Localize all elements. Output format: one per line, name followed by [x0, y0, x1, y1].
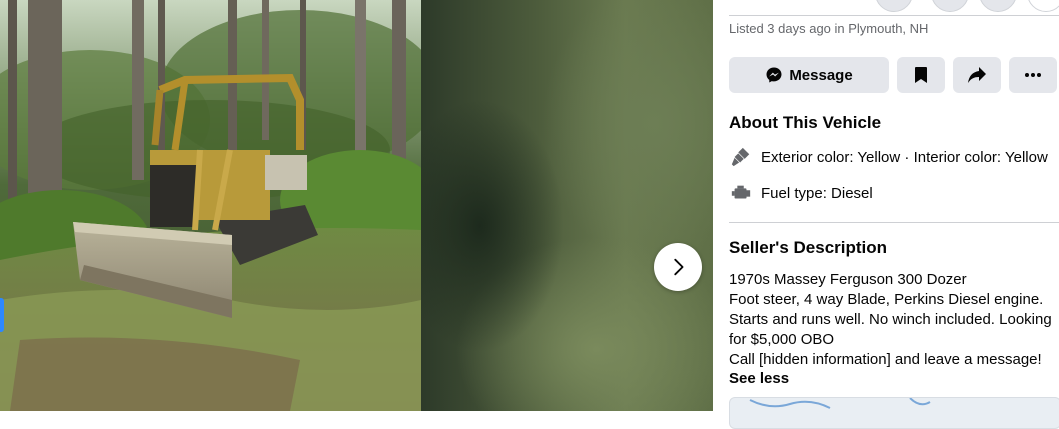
chevron-right-icon — [674, 258, 684, 276]
header-button[interactable] — [1027, 0, 1059, 12]
next-photo-button[interactable] — [654, 243, 702, 291]
location-map[interactable] — [729, 397, 1059, 429]
description-line: Foot steer, 4 way Blade, Perkins Diesel … — [729, 291, 1044, 308]
bookmark-icon — [915, 67, 927, 83]
header-button[interactable] — [979, 0, 1017, 12]
seller-description: 1970s Massey Ferguson 300 Dozer Foot ste… — [729, 270, 1057, 370]
next-photo-preview — [421, 0, 713, 411]
description-line: for $5,000 OBO — [729, 331, 835, 348]
paint-brush-icon — [729, 145, 753, 169]
see-less-link[interactable]: See less — [729, 370, 789, 387]
color-detail-text: Exterior color: Yellow · Interior color:… — [761, 148, 1048, 166]
more-dots-icon — [1025, 73, 1041, 77]
listing-photo — [0, 0, 421, 411]
listing-details-panel: Listed 3 days ago in Plymouth, NH Messag… — [713, 0, 1059, 429]
message-button[interactable]: Message — [729, 57, 889, 93]
color-detail-row: Exterior color: Yellow · Interior color:… — [729, 145, 1048, 169]
description-line: 1970s Massey Ferguson 300 Dozer — [729, 271, 967, 288]
prev-indicator — [0, 298, 4, 332]
more-options-button[interactable] — [1009, 57, 1057, 93]
header-button[interactable] — [875, 0, 913, 12]
divider — [729, 15, 1059, 16]
share-arrow-icon — [968, 67, 986, 83]
listed-info: Listed 3 days ago in Plymouth, NH — [729, 21, 929, 36]
description-line: Call [hidden information] and leave a me… — [729, 351, 1042, 368]
messenger-icon — [766, 67, 782, 83]
header-button[interactable] — [931, 0, 969, 12]
engine-icon — [729, 181, 753, 205]
about-vehicle-heading: About This Vehicle — [729, 113, 882, 132]
divider — [729, 222, 1059, 223]
photo-viewer[interactable] — [0, 0, 713, 411]
seller-description-heading: Seller's Description — [729, 238, 888, 257]
message-button-label: Message — [789, 66, 853, 84]
share-button[interactable] — [953, 57, 1001, 93]
description-line: Starts and runs well. No winch included.… — [729, 311, 1052, 328]
fuel-detail-text: Fuel type: Diesel — [761, 184, 873, 202]
save-button[interactable] — [897, 57, 945, 93]
fuel-detail-row: Fuel type: Diesel — [729, 181, 873, 205]
